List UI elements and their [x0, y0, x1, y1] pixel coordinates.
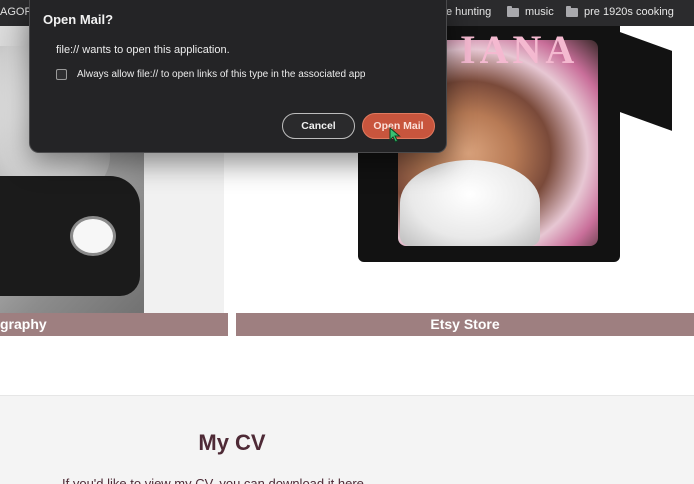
photography-label-bar[interactable]: graphy [0, 313, 228, 336]
bookmark-music[interactable]: music [507, 5, 554, 18]
bookmark-pre-1920s-cooking[interactable]: pre 1920s cooking [566, 5, 674, 18]
bookmark-label: e hunting [446, 6, 492, 18]
folder-icon [566, 5, 578, 17]
always-allow-checkbox[interactable] [56, 69, 67, 80]
photography-label: graphy [0, 316, 47, 332]
cv-heading: My CV [198, 430, 266, 455]
always-allow-row[interactable]: Always allow file:// to open links of th… [56, 69, 366, 80]
bookmark-label: pre 1920s cooking [584, 6, 674, 18]
open-mail-dialog: Open Mail? file:// wants to open this ap… [29, 0, 447, 153]
print-dress-shape [400, 160, 540, 246]
folder-icon [507, 5, 519, 17]
dialog-message: file:// wants to open this application. [56, 44, 230, 56]
bookmark-hunting[interactable]: e hunting [446, 6, 491, 18]
etsy-store-label: Etsy Store [430, 316, 500, 332]
cv-text: If you'd like to view my CV, you can dow… [62, 476, 364, 484]
browser-viewport: AGORA e hunting music pre 1920s cooking … [0, 0, 694, 484]
cancel-button[interactable]: Cancel [282, 113, 355, 139]
always-allow-label: Always allow file:// to open links of th… [77, 69, 366, 80]
dialog-title: Open Mail? [43, 12, 114, 27]
etsy-label-bar[interactable]: Etsy Store [236, 313, 694, 336]
print-lettering: IANA [460, 30, 579, 70]
watch-shape [70, 216, 116, 256]
bookmark-label: music [525, 6, 554, 18]
